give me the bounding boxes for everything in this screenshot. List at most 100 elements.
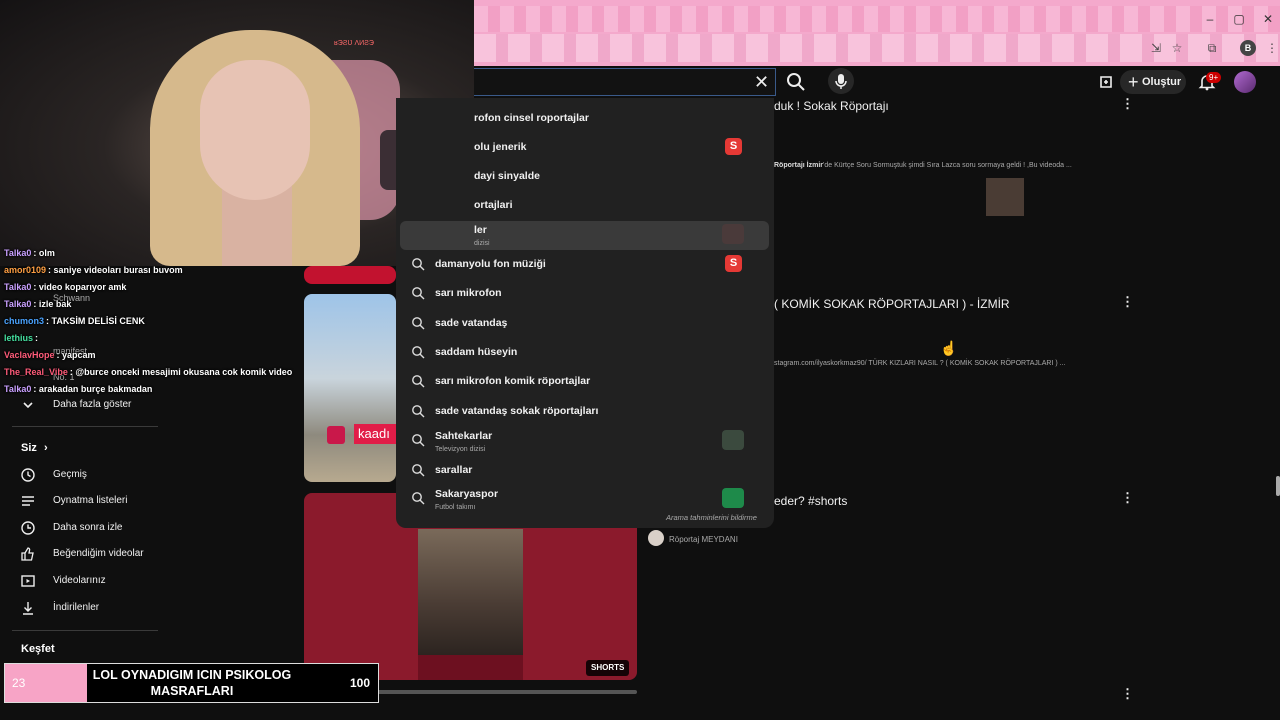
search-suggestion[interactable]: rofon cinsel roportajlar <box>396 104 774 132</box>
result-1-more-icon[interactable]: ⋮ <box>1121 97 1134 110</box>
chat-username: amor0109 <box>4 265 47 275</box>
search-input[interactable] <box>474 68 776 96</box>
sidebar-item-your-videos[interactable]: Videolarınız <box>20 571 106 591</box>
channel-name[interactable]: Röportaj MEYDANI <box>669 535 738 544</box>
suggestion-thumbnail <box>722 488 744 508</box>
voice-search-button[interactable] <box>828 68 854 94</box>
result-1-title[interactable]: duk ! Sokak Röportajı <box>774 99 889 113</box>
result-3-more-icon[interactable]: ⋮ <box>1121 491 1134 504</box>
show-more-button[interactable]: Daha fazla göster <box>20 395 131 415</box>
sidebar-item-liked[interactable]: Beğendiğim videolar <box>20 544 144 564</box>
chat-username: Talka0 <box>4 248 32 258</box>
search-icon <box>412 287 425 300</box>
maximize-button[interactable]: ▢ <box>1229 12 1249 26</box>
chat-text: @burce onceki mesajimi okusana cok komik… <box>75 367 293 377</box>
result-2-title[interactable]: ( KOMİK SOKAK RÖPORTAJLARI ) - İZMİR <box>774 297 1010 311</box>
search-suggestion[interactable]: ler dizisi <box>396 220 774 248</box>
suggestion-text: sarı mikrofon komik röportajlar <box>435 375 591 387</box>
download-icon <box>23 602 33 615</box>
search-suggestion[interactable]: damanyolu fon müziği S <box>396 250 774 278</box>
sidebar-item-downloads[interactable]: İndirilenler <box>20 598 99 618</box>
suggestion-subtitle: Futbol takımı <box>435 504 476 511</box>
close-window-button[interactable]: ✕ <box>1258 12 1278 26</box>
chat-message: Talka0: arakadan burçe bakmadan <box>4 384 152 394</box>
search-icon <box>412 317 425 330</box>
suggestion-text: rofon cinsel roportajlar <box>474 112 589 124</box>
minimize-button[interactable]: – <box>1200 12 1220 26</box>
account-avatar[interactable] <box>1234 71 1256 93</box>
search-suggestion[interactable]: olu jenerik S <box>396 133 774 161</box>
bookmark-star-icon[interactable]: ☆ <box>1169 40 1185 56</box>
result-1-description: Röportajı İzmir'de Kürtçe Soru Sormuştuk… <box>774 162 1072 169</box>
search-icon <box>412 346 425 359</box>
search-suggestion[interactable]: saddam hüseyin <box>396 338 774 366</box>
suggestion-text: damanyolu fon müziği <box>435 258 546 270</box>
chat-message: VaclavHope: yapcam <box>4 350 96 360</box>
sidebar-divider <box>12 426 158 427</box>
search-suggestion[interactable]: sarallar <box>396 456 774 484</box>
you-section-heading[interactable]: Siz › <box>21 442 48 454</box>
sidebar-item-label: Beğendiğim videolar <box>53 548 144 559</box>
sidebar-item-label: İndirilenler <box>53 602 100 613</box>
search-icon <box>412 492 425 505</box>
search-suggestion[interactable]: Sakaryaspor Futbol takımı <box>396 484 774 512</box>
report-predictions-link[interactable]: Arama tahminlerini bildirme <box>666 513 757 522</box>
notification-badge: 9+ <box>1206 72 1222 83</box>
suggestion-thumbnail <box>722 224 744 244</box>
install-app-icon[interactable]: ⇲ <box>1148 40 1164 56</box>
chat-username: VaclavHope <box>4 350 55 360</box>
search-suggestion[interactable]: sade vatandaş sokak röportajları <box>396 397 774 425</box>
chat-text: arakadan burçe bakmadan <box>38 384 153 394</box>
sidebar-item-label: Oynatma listeleri <box>53 495 128 506</box>
result-2-more-icon[interactable]: ⋮ <box>1121 295 1134 308</box>
suggestion-text: Sakaryaspor <box>435 488 499 500</box>
search-suggestion[interactable]: sade vatandaş <box>396 309 774 337</box>
sidebar-item-label: Geçmiş <box>53 469 87 480</box>
page-scrollbar[interactable] <box>1276 476 1280 496</box>
sidebar-item-watch-later[interactable]: Daha sonra izle <box>20 518 122 538</box>
chevron-down-icon <box>23 402 33 409</box>
sidebar-item-history[interactable]: Geçmiş <box>20 465 87 485</box>
shorts-badge: SHORTS <box>586 660 630 676</box>
search-icon <box>412 375 425 388</box>
suggestion-text: olu jenerik <box>474 141 527 153</box>
clear-search-icon[interactable]: ✕ <box>754 72 769 92</box>
goal-target: 100 <box>350 676 371 690</box>
shorts-frame <box>418 529 523 655</box>
browser-profile-avatar[interactable]: B <box>1240 40 1256 56</box>
search-suggestion[interactable]: ortajlari <box>396 191 774 219</box>
search-icon[interactable] <box>786 72 806 92</box>
plus-icon: + <box>1128 72 1139 92</box>
you-heading-label: Siz <box>21 442 37 454</box>
search-icon <box>412 464 425 477</box>
video-thumbnail-2[interactable] <box>304 294 396 482</box>
channel-avatar[interactable] <box>648 530 664 546</box>
result-1-chapter-thumb[interactable] <box>986 178 1024 216</box>
show-more-label: Daha fazla göster <box>53 399 132 410</box>
search-suggestion[interactable]: sarı mikrofon <box>396 279 774 307</box>
create-clip-icon[interactable] <box>1098 74 1114 90</box>
explore-heading: Keşfet <box>21 643 55 655</box>
search-suggestion[interactable]: Sahtekarlar Televizyon dizisi <box>396 426 774 454</box>
result-4-more-icon[interactable]: ⋮ <box>1121 687 1134 700</box>
chat-username: Talka0 <box>4 299 32 309</box>
search-suggestion[interactable]: dayi sinyalde <box>396 162 774 190</box>
sidebar-item-playlists[interactable]: Oynatma listeleri <box>20 491 127 511</box>
video-thumbnail-1[interactable] <box>304 266 396 284</box>
search-suggestion[interactable]: sarı mikrofon komik röportajlar <box>396 367 774 395</box>
suggestion-text: Sahtekarlar <box>435 430 493 442</box>
extensions-icon[interactable]: ⧉ <box>1204 40 1220 56</box>
chat-message: lethius: <box>4 333 38 343</box>
chat-text: izle bak <box>38 299 72 309</box>
chevron-right-icon: › <box>43 442 48 454</box>
chat-text: saniye videoları burası buvom <box>53 265 183 275</box>
result-3-title[interactable]: eder? #shorts <box>774 494 847 508</box>
history-icon <box>21 468 35 482</box>
tab-strip[interactable] <box>474 6 1280 32</box>
search-icon <box>412 258 425 271</box>
suggestion-text: sade vatandaş sokak röportajları <box>435 405 599 417</box>
browser-menu-icon[interactable]: ⋮ <box>1264 40 1280 56</box>
suggestion-text: sade vatandaş <box>435 317 508 329</box>
streamer-face <box>200 60 310 200</box>
playlist-icon <box>22 496 34 506</box>
